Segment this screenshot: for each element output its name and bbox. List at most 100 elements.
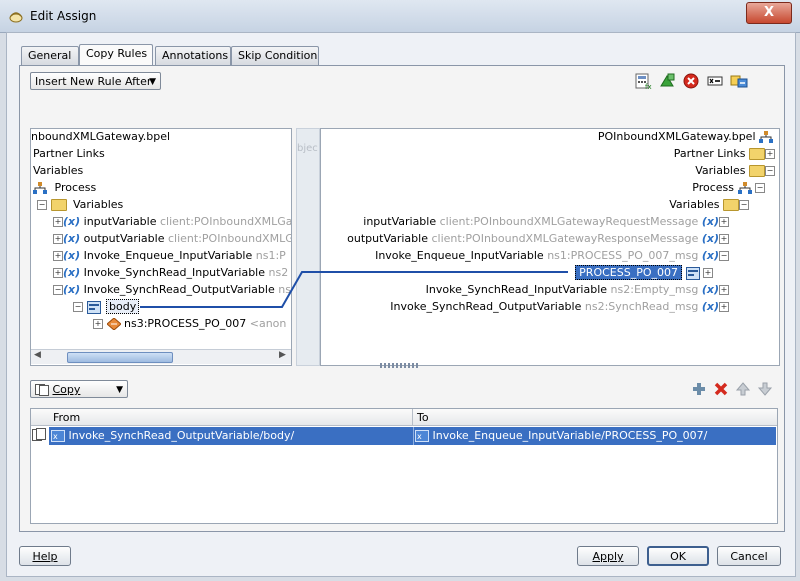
collapse-icon[interactable]: − <box>37 200 47 210</box>
remove-icon[interactable] <box>682 72 700 90</box>
target-tree-item-process[interactable]: Process − <box>692 180 765 196</box>
add-icon[interactable] <box>690 380 708 398</box>
variable-icon: (x) <box>701 232 719 245</box>
scroll-right-icon[interactable]: ▶ <box>279 350 286 360</box>
insert-rule-combo[interactable]: Insert New Rule After ▼ <box>30 72 161 90</box>
expand-icon[interactable]: + <box>93 319 103 329</box>
chevron-down-icon: ▼ <box>149 77 156 87</box>
move-up-icon[interactable] <box>734 380 752 398</box>
collapse-icon[interactable]: − <box>73 302 83 312</box>
column-header-to[interactable]: To <box>413 409 777 426</box>
help-button[interactable]: Help <box>19 546 71 566</box>
tree-item-input-variable[interactable]: + (x) inputVariable client:POInboundXMLGa… <box>53 214 291 230</box>
variable-icon: (x) <box>701 249 719 262</box>
move-down-icon[interactable] <box>756 380 774 398</box>
tab-skip-condition[interactable]: Skip Condition <box>231 46 319 66</box>
copy-icon <box>35 384 49 396</box>
split-resize-grip[interactable] <box>380 363 420 368</box>
tree-item-process[interactable]: Process <box>33 180 96 196</box>
target-tree-item-enqueue-input[interactable]: Invoke_Enqueue_InputVariable ns1:PROCESS… <box>375 248 729 264</box>
element-icon <box>105 317 122 331</box>
tree-item-synchread-input[interactable]: + (x) Invoke_SynchRead_InputVariable ns2 <box>53 265 288 281</box>
variable-icon: (x) <box>63 266 81 279</box>
collapse-icon[interactable]: − <box>719 251 729 261</box>
target-tree-item-synchread-input[interactable]: Invoke_SynchRead_InputVariable ns2:Empty… <box>426 282 729 298</box>
target-tree-pane[interactable]: POInboundXMLGateway.bpel Partner Links +… <box>320 128 780 366</box>
tree-item-process-variables[interactable]: − Variables <box>37 197 123 213</box>
title-bar: Edit Assign X <box>0 0 800 33</box>
target-tree-item-variables[interactable]: Variables − <box>695 163 775 179</box>
variable-icon: (x) <box>63 232 81 245</box>
expand-icon[interactable]: + <box>53 217 63 227</box>
source-horizontal-scrollbar[interactable]: ◀ ▶ <box>31 349 291 364</box>
target-tree-item-bpel-file[interactable]: POInboundXMLGateway.bpel <box>598 129 773 145</box>
copy-rules-panel: Insert New Rule After ▼ fx nboundXMLGate… <box>19 65 785 532</box>
collapse-icon[interactable]: − <box>755 183 765 193</box>
tree-item-output-variable[interactable]: + (x) outputVariable client:POInboundXMLG <box>53 231 291 247</box>
ok-button[interactable]: OK <box>647 546 709 566</box>
copy-operation-value: Copy <box>52 383 81 396</box>
expand-icon[interactable]: + <box>719 302 729 312</box>
tree-item-variables[interactable]: Variables <box>33 163 83 179</box>
expand-icon[interactable]: + <box>703 268 713 278</box>
apply-button[interactable]: Apply <box>577 546 639 566</box>
folder-icon <box>50 199 67 211</box>
tree-item-body[interactable]: − body <box>73 299 140 315</box>
table-row[interactable]: x Invoke_SynchRead_OutputVariable/body/ … <box>49 427 776 445</box>
expand-icon[interactable]: + <box>719 234 729 244</box>
scroll-left-icon[interactable]: ◀ <box>34 350 41 360</box>
message-part-icon <box>685 266 700 280</box>
expand-icon[interactable]: + <box>765 149 775 159</box>
tab-copy-rules[interactable]: Copy Rules <box>79 44 153 66</box>
expression-builder-icon[interactable]: fx <box>634 72 652 90</box>
source-tree-pane[interactable]: nboundXMLGateway.bpel Partner Links Vari… <box>30 128 292 366</box>
target-tree-item-output-variable[interactable]: outputVariable client:POInboundXMLGatewa… <box>347 231 729 247</box>
expand-icon[interactable]: + <box>719 217 729 227</box>
target-tree-item-process-variables[interactable]: Variables − <box>669 197 749 213</box>
collapse-icon[interactable]: − <box>739 200 749 210</box>
tree-item-bpel-file[interactable]: nboundXMLGateway.bpel <box>31 129 170 145</box>
target-tree-item-partner-links[interactable]: Partner Links + <box>674 146 775 162</box>
copy-to-clipboard-icon[interactable] <box>730 72 748 90</box>
cancel-button[interactable]: Cancel <box>717 546 781 566</box>
tree-item-partner-links[interactable]: Partner Links <box>33 146 105 162</box>
copy-rules-table: From To x Invoke_SynchRead_OutputVariabl… <box>30 408 778 524</box>
window-title: Edit Assign <box>30 9 97 23</box>
xml-fragment-icon[interactable] <box>658 72 676 90</box>
xpath-expression-icon: x <box>415 430 429 442</box>
mapping-strip-label: bjec <box>297 143 318 154</box>
svg-text:fx: fx <box>645 83 652 90</box>
collapse-icon[interactable]: − <box>765 166 775 176</box>
xpath-expression-icon: x <box>51 430 65 442</box>
tree-item-synchread-output[interactable]: − (x) Invoke_SynchRead_OutputVariable ns <box>53 282 291 298</box>
cell-to[interactable]: x Invoke_Enqueue_InputVariable/PROCESS_P… <box>413 427 776 445</box>
chevron-down-icon: ▼ <box>116 385 123 395</box>
variable-icon: (x) <box>63 249 81 262</box>
delete-icon[interactable] <box>712 380 730 398</box>
insert-rule-value: Insert New Rule After <box>35 75 152 88</box>
tree-item-enqueue-input[interactable]: + (x) Invoke_Enqueue_InputVariable ns1:P <box>53 248 286 264</box>
xpath-icon[interactable] <box>706 72 724 90</box>
process-icon <box>737 182 752 194</box>
expand-icon[interactable]: + <box>53 251 63 261</box>
expand-icon[interactable]: + <box>719 285 729 295</box>
scroll-thumb[interactable] <box>67 352 173 363</box>
target-tree-item-input-variable[interactable]: inputVariable client:POInboundXMLGateway… <box>363 214 729 230</box>
copy-operation-combo[interactable]: Copy ▼ <box>30 380 128 398</box>
target-tree-item-process-po[interactable]: PROCESS_PO_007 + <box>575 265 713 281</box>
tree-item-process-po[interactable]: + ns3:PROCESS_PO_007 <anon <box>93 316 286 332</box>
tab-general[interactable]: General <box>21 46 79 66</box>
cell-from[interactable]: x Invoke_SynchRead_OutputVariable/body/ <box>49 427 414 445</box>
close-button[interactable]: X <box>746 2 792 24</box>
variable-icon: (x) <box>63 215 81 228</box>
tab-annotations[interactable]: Annotations <box>155 46 231 66</box>
expand-icon[interactable]: + <box>53 234 63 244</box>
dialog-body: General Copy Rules Annotations Skip Cond… <box>6 32 796 577</box>
column-header-from[interactable]: From <box>49 409 413 426</box>
folder-icon <box>749 165 765 177</box>
app-icon <box>9 12 23 23</box>
expand-icon[interactable]: + <box>53 268 63 278</box>
collapse-icon[interactable]: − <box>53 285 63 295</box>
process-icon <box>33 182 47 194</box>
target-tree-item-synchread-output[interactable]: Invoke_SynchRead_OutputVariable ns2:Sync… <box>390 299 729 315</box>
